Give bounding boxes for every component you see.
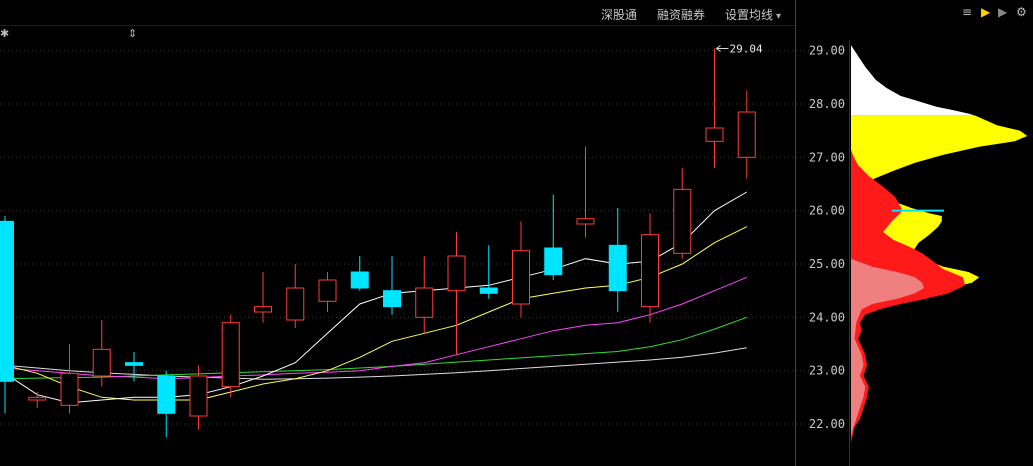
chip-profit-white [851, 45, 976, 116]
candle-up [254, 306, 272, 313]
panel-divider [795, 0, 796, 466]
list-icon[interactable]: ≡ [962, 5, 972, 19]
candle-down [608, 244, 627, 292]
chip-layer [851, 45, 1028, 443]
candle-down [350, 271, 369, 289]
candle-up [318, 279, 337, 302]
gear-icon[interactable]: ⚙ [1016, 5, 1027, 19]
ma-settings-link[interactable]: 设置均线 ▾ [725, 6, 781, 23]
ma20-line [4, 276, 747, 380]
y-tick-label: 29.00 [809, 44, 845, 58]
candle-down [157, 375, 176, 414]
y-tick-label: 27.00 [809, 150, 845, 164]
candle-up [641, 234, 659, 308]
candle-down [125, 362, 143, 366]
candle-up [737, 111, 756, 158]
candle-up [705, 127, 724, 142]
kline-chart[interactable]: 29.00 28.00 27.00 26.00 25.00 24.00 23.00 22.00… [0, 0, 1033, 466]
y-tick-label: 23.00 [809, 364, 845, 378]
candle-up [415, 287, 434, 318]
candle-up [60, 372, 79, 406]
y-tick-label: 22.00 [809, 417, 845, 431]
y-tick-label: 25.00 [809, 257, 845, 271]
candle-down [479, 287, 498, 294]
chevron-down-icon: ▾ [776, 11, 782, 22]
axis-layer: 29.00 28.00 27.00 26.00 25.00 24.00 23.00 22.00… [715, 43, 845, 431]
updown-arrow-icon: ⇕ [128, 27, 138, 40]
candle-up [221, 322, 240, 388]
grid-layer [0, 50, 848, 425]
max-price-label: 29.04 [730, 43, 763, 56]
ma-settings-label: 设置均线 [725, 8, 774, 22]
candle-up [576, 218, 595, 225]
candle-up [92, 348, 111, 377]
play-icon-yellow[interactable]: ▶ [981, 5, 990, 19]
shenzhen-connect-link[interactable]: 深股通 [601, 6, 637, 23]
margin-trading-link[interactable]: 融资融券 [657, 6, 705, 23]
star-marker-icon: ✱ [0, 27, 10, 40]
candle-up [286, 287, 305, 321]
header-divider [0, 25, 795, 26]
play-icon-gray[interactable]: ▶ [998, 5, 1007, 19]
y-tick-label: 28.00 [809, 97, 845, 111]
candle-up [512, 250, 530, 305]
candle-down [544, 247, 563, 276]
candle-down [0, 220, 14, 382]
axis-divider [849, 40, 850, 466]
ma30-line [4, 316, 747, 380]
y-tick-label: 26.00 [809, 204, 845, 218]
candle-down [383, 290, 401, 308]
y-tick-label: 24.00 [809, 310, 845, 324]
candle-layer [0, 48, 756, 438]
candle-up [28, 396, 47, 401]
ma60-line [4, 347, 747, 380]
candle-up [673, 188, 692, 254]
candle-up [447, 255, 466, 292]
candle-up [189, 375, 208, 417]
